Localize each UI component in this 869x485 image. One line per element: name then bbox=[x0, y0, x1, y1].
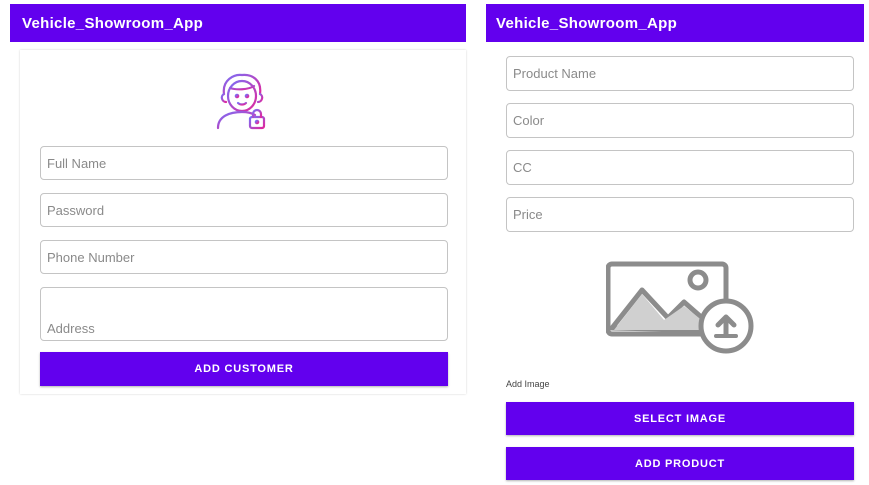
password-input[interactable]: Password bbox=[40, 193, 448, 227]
add-customer-button[interactable]: ADD CUSTOMER bbox=[40, 352, 448, 386]
customer-form-card: Full Name Password Phone Number Address … bbox=[20, 50, 466, 394]
user-lock-icon bbox=[216, 73, 266, 130]
address-placeholder: Address bbox=[47, 321, 95, 336]
add-customer-label: ADD CUSTOMER bbox=[194, 363, 294, 375]
image-upload-icon[interactable] bbox=[606, 260, 756, 354]
product-screen: Vehicle_Showroom_App Product Name Color … bbox=[486, 0, 864, 485]
app-bar: Vehicle_Showroom_App bbox=[486, 4, 864, 42]
product-name-placeholder: Product Name bbox=[513, 66, 597, 81]
customer-screen: Vehicle_Showroom_App Full Name Password … bbox=[10, 0, 466, 485]
phone-number-input[interactable]: Phone Number bbox=[40, 240, 448, 274]
full-name-input[interactable]: Full Name bbox=[40, 146, 448, 180]
full-name-placeholder: Full Name bbox=[47, 155, 107, 171]
app-title: Vehicle_Showroom_App bbox=[22, 14, 204, 32]
price-input[interactable]: Price bbox=[506, 197, 854, 232]
price-placeholder: Price bbox=[513, 207, 543, 222]
add-product-button[interactable]: ADD PRODUCT bbox=[506, 447, 854, 480]
cc-placeholder: CC bbox=[513, 160, 532, 175]
address-input[interactable]: Address bbox=[40, 287, 448, 341]
phone-number-placeholder: Phone Number bbox=[47, 249, 135, 265]
select-image-button[interactable]: SELECT IMAGE bbox=[506, 402, 854, 435]
product-name-input[interactable]: Product Name bbox=[506, 56, 854, 91]
add-product-label: ADD PRODUCT bbox=[634, 457, 726, 470]
color-input[interactable]: Color bbox=[506, 103, 854, 138]
app-bar: Vehicle_Showroom_App bbox=[10, 4, 466, 42]
color-placeholder: Color bbox=[513, 113, 545, 128]
app-title: Vehicle_Showroom_App bbox=[496, 14, 678, 32]
password-placeholder: Password bbox=[47, 202, 105, 218]
cc-input[interactable]: CC bbox=[506, 150, 854, 185]
select-image-label: SELECT IMAGE bbox=[633, 412, 727, 425]
add-image-label: Add Image bbox=[506, 379, 550, 389]
